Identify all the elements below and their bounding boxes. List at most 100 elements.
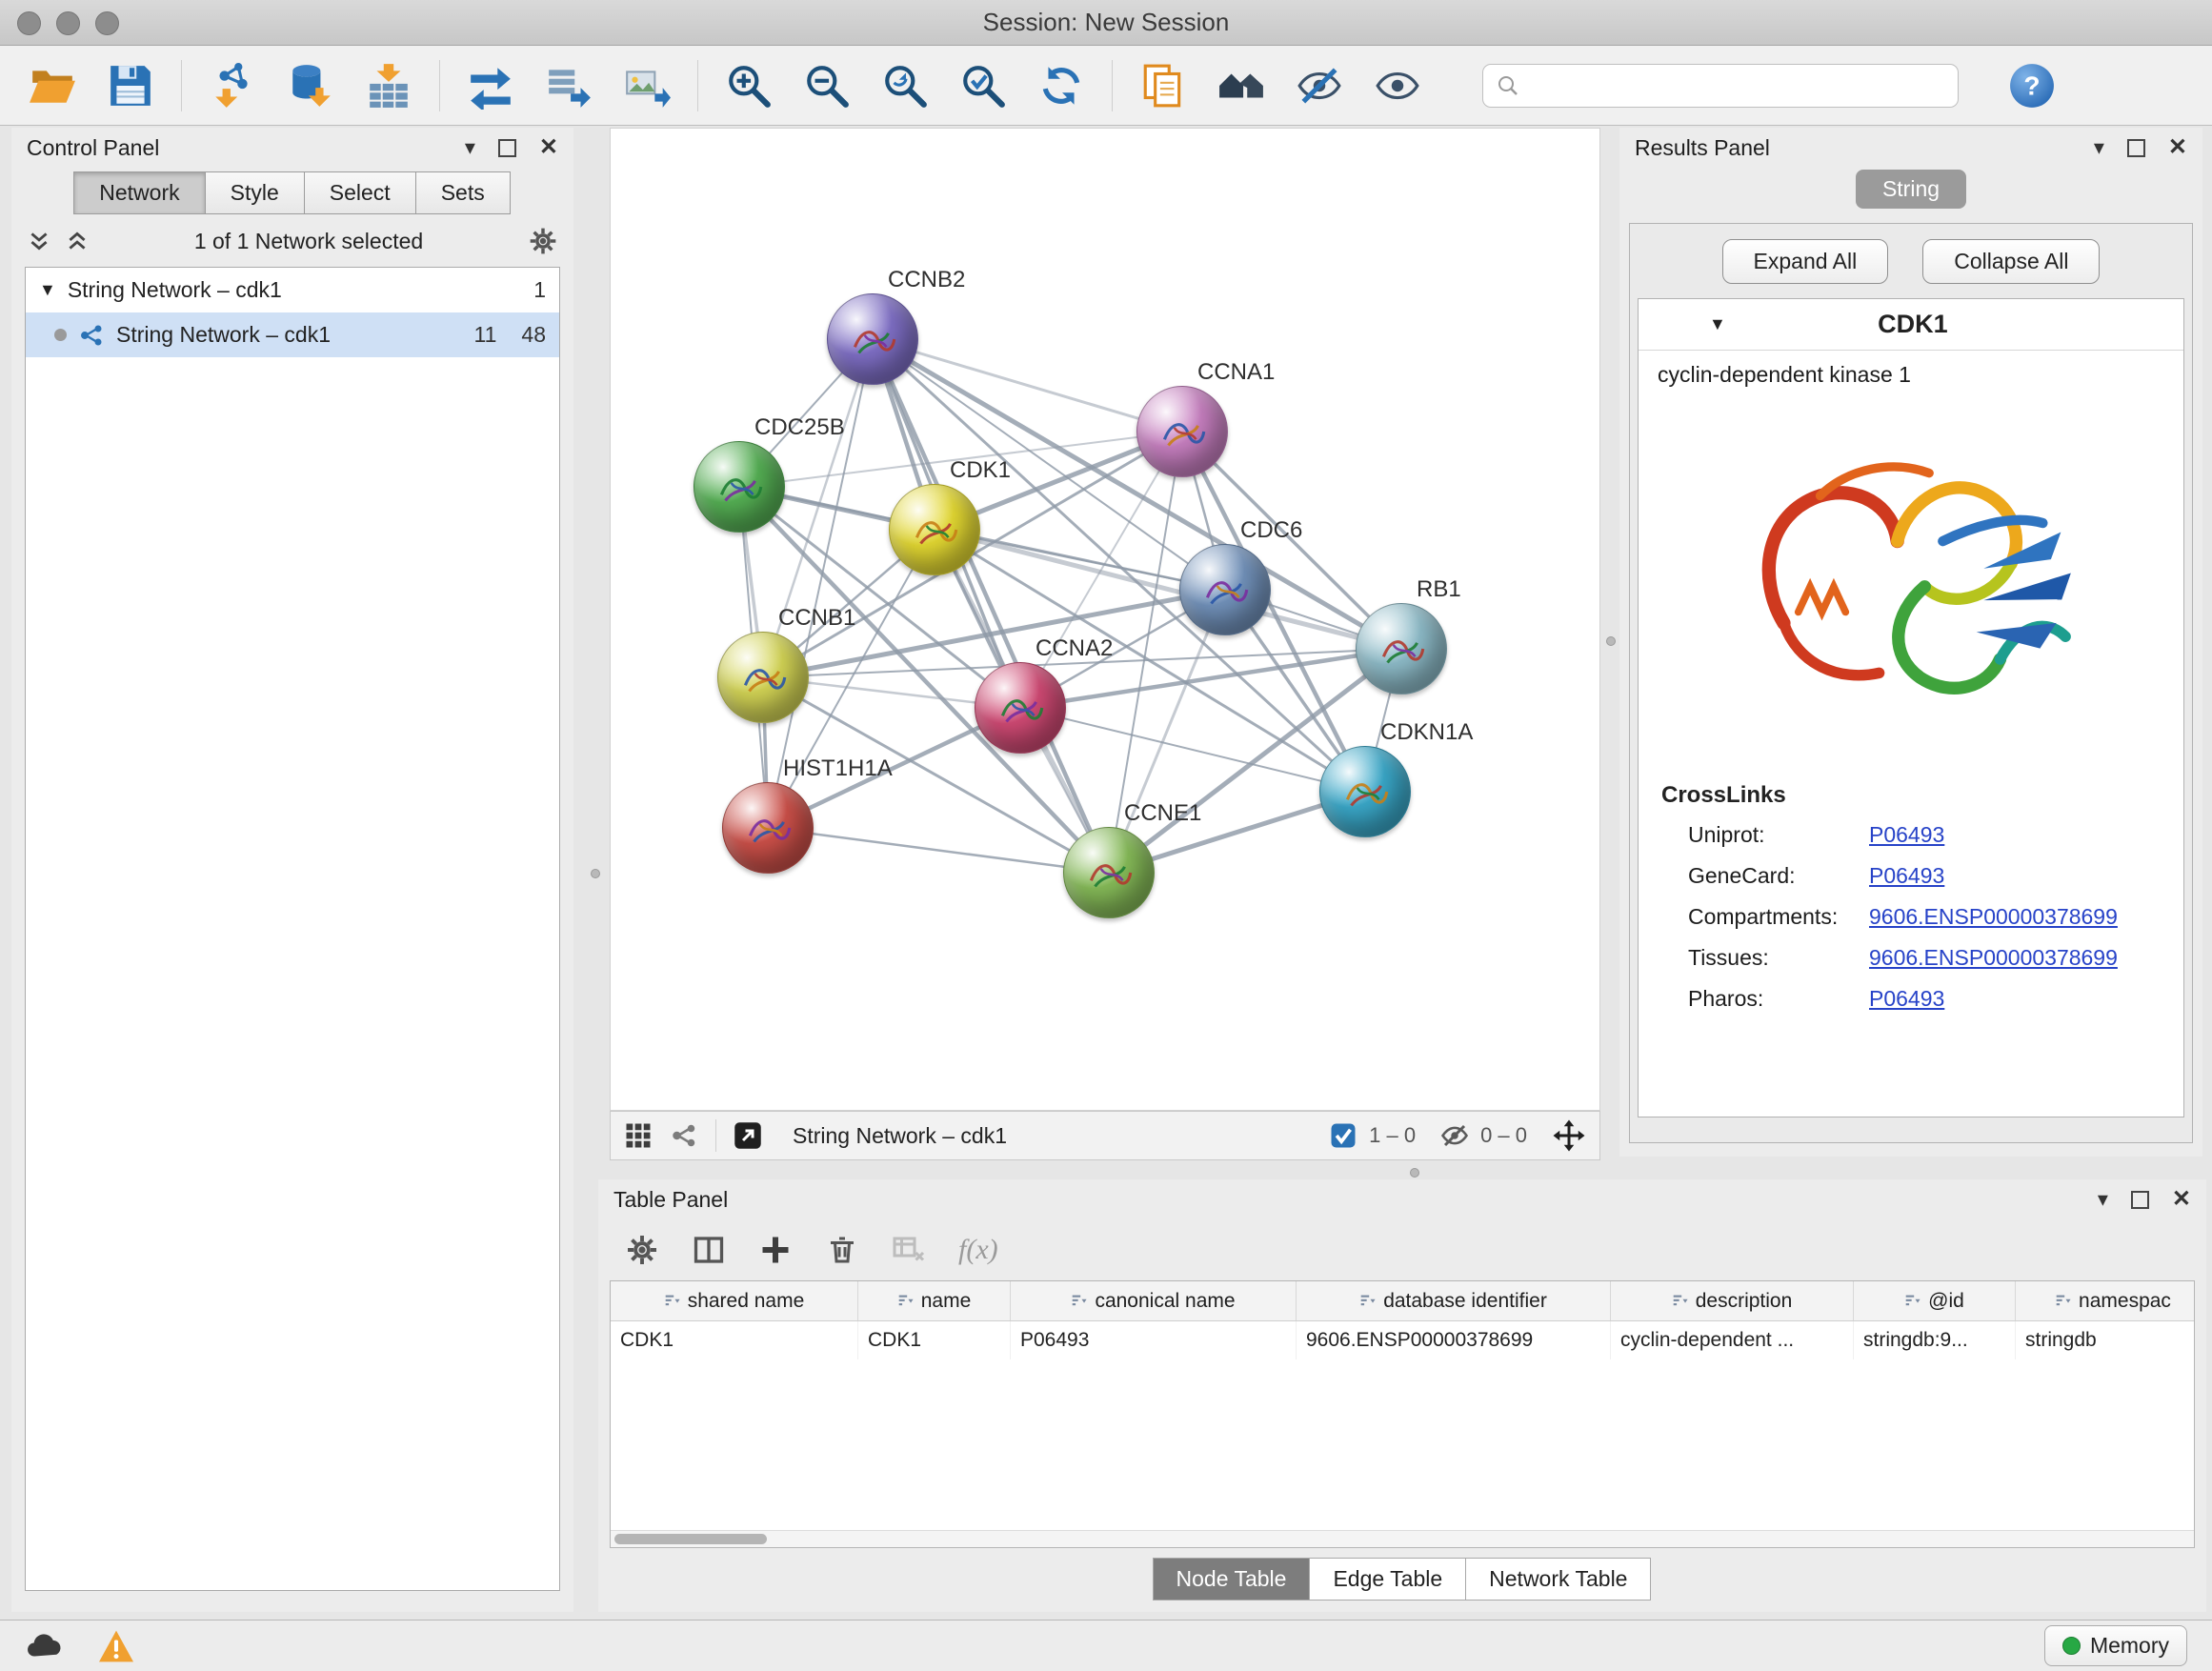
network-canvas[interactable]: CCNB2CCNA1CDC25BCDK1CDC6RB1CCNB1CCNA2CDK… (610, 128, 1600, 1111)
column-header-description[interactable]: description (1611, 1281, 1854, 1320)
column-header-name[interactable]: name (858, 1281, 1011, 1320)
zoom-selected-button[interactable] (955, 58, 1011, 113)
string-results-tab[interactable]: String (1856, 170, 1966, 209)
session-report-button[interactable] (1136, 58, 1191, 113)
warning-icon[interactable] (97, 1629, 135, 1663)
minimize-window-button[interactable] (56, 11, 80, 35)
tab-network-table[interactable]: Network Table (1465, 1558, 1651, 1601)
crosslink-link[interactable]: 9606.ENSP00000378699 (1869, 904, 2118, 930)
toolbar-search[interactable] (1482, 64, 1959, 108)
panel-menu-icon[interactable]: ▾ (2098, 1189, 2108, 1210)
create-column-button[interactable] (758, 1233, 793, 1267)
tab-select[interactable]: Select (304, 171, 416, 214)
network-node-CCNB1[interactable] (717, 632, 809, 723)
import-network-file-button[interactable] (205, 58, 260, 113)
table-cell-description[interactable]: cyclin-dependent ... (1611, 1321, 1854, 1359)
network-options-gear-icon[interactable] (528, 226, 558, 256)
import-network-database-button[interactable] (283, 58, 338, 113)
network-node-RB1[interactable] (1356, 603, 1447, 695)
panel-menu-icon[interactable]: ▾ (2094, 137, 2104, 158)
swap-networks-button[interactable] (463, 58, 518, 113)
crosslink-link[interactable]: 9606.ENSP00000378699 (1869, 945, 2118, 971)
network-node-CDC25B[interactable] (694, 441, 785, 533)
birdseye-grid-icon[interactable] (624, 1121, 653, 1150)
column-header-shared-name[interactable]: shared name (611, 1281, 858, 1320)
disclosure-triangle-icon[interactable]: ▼ (39, 280, 56, 300)
protein-disclosure-icon[interactable]: ▼ (1709, 314, 1726, 334)
network-node-CCNA1[interactable] (1136, 386, 1228, 477)
tab-style[interactable]: Style (205, 171, 305, 214)
network-from-table-button[interactable] (541, 58, 596, 113)
memory-button[interactable]: Memory (2044, 1625, 2187, 1666)
close-window-button[interactable] (17, 11, 41, 35)
network-node-CDC6[interactable] (1179, 544, 1271, 635)
column-header-namespac[interactable]: namespac (2016, 1281, 2195, 1320)
selected-checkbox-icon[interactable] (1329, 1121, 1357, 1150)
fit-move-icon[interactable] (1552, 1118, 1586, 1153)
maximize-window-button[interactable] (95, 11, 119, 35)
tab-node-table[interactable]: Node Table (1153, 1558, 1311, 1601)
tab-edge-table[interactable]: Edge Table (1309, 1558, 1466, 1601)
network-node-CCNB2[interactable] (827, 293, 918, 385)
zoom-out-button[interactable] (799, 58, 855, 113)
table-settings-button[interactable] (625, 1233, 659, 1267)
show-glass-button[interactable] (1370, 58, 1425, 113)
collapse-tree-icon[interactable] (27, 229, 51, 253)
network-collection-row[interactable]: ▼ String Network – cdk1 1 (26, 268, 559, 312)
panel-float-icon[interactable] (2127, 139, 2145, 157)
network-node-CCNE1[interactable] (1063, 827, 1155, 918)
network-row[interactable]: String Network – cdk1 11 48 (26, 312, 559, 357)
column-header-canonical-name[interactable]: canonical name (1011, 1281, 1297, 1320)
apply-layout-button[interactable] (1034, 58, 1089, 113)
network-edge-CCNB2-CCNA1[interactable] (873, 339, 1182, 432)
tab-sets[interactable]: Sets (415, 171, 511, 214)
table-cell-id[interactable]: stringdb:9... (1854, 1321, 2016, 1359)
network-node-CCNA2[interactable] (975, 662, 1066, 754)
protein-header-row[interactable]: ▼ CDK1 (1639, 299, 2183, 351)
zoom-in-button[interactable] (721, 58, 776, 113)
table-cell-canonical-name[interactable]: P06493 (1011, 1321, 1297, 1359)
change-network-button[interactable] (1214, 58, 1269, 113)
expand-tree-icon[interactable] (65, 229, 90, 253)
table-cell-database-identifier[interactable]: 9606.ENSP00000378699 (1297, 1321, 1611, 1359)
export-image-button[interactable] (619, 58, 674, 113)
detach-view-button[interactable] (734, 1121, 762, 1150)
save-session-button[interactable] (103, 58, 158, 113)
crosslink-link[interactable]: P06493 (1869, 863, 1944, 889)
zoom-fit-button[interactable] (877, 58, 933, 113)
crosslink-link[interactable]: P06493 (1869, 822, 1944, 848)
function-builder-button[interactable]: f(x) (958, 1234, 998, 1266)
string-logo-icon[interactable] (670, 1121, 698, 1150)
open-session-button[interactable] (25, 58, 80, 113)
column-header-id[interactable]: @id (1854, 1281, 2016, 1320)
help-button[interactable]: ? (2004, 58, 2060, 113)
panel-float-icon[interactable] (498, 139, 516, 157)
network-edge-CCNB2-CCNE1[interactable] (873, 339, 1109, 873)
tab-network[interactable]: Network (73, 171, 205, 214)
hide-glass-button[interactable] (1292, 58, 1347, 113)
show-columns-button[interactable] (692, 1233, 726, 1267)
table-horizontal-scrollbar[interactable] (611, 1530, 2194, 1547)
cloud-status-icon[interactable] (25, 1631, 65, 1661)
network-edge-HIST1H1A-CCNE1[interactable] (768, 828, 1109, 873)
panel-menu-icon[interactable]: ▾ (465, 137, 475, 158)
network-node-CDK1[interactable] (889, 484, 980, 575)
network-node-HIST1H1A[interactable] (722, 782, 814, 874)
hidden-eye-slash-icon[interactable] (1440, 1121, 1469, 1150)
scrollbar-thumb[interactable] (614, 1534, 767, 1544)
crosslink-link[interactable]: P06493 (1869, 986, 1944, 1012)
search-input[interactable] (1529, 73, 1944, 98)
expand-all-button[interactable]: Expand All (1722, 239, 1889, 284)
right-splitter-handle[interactable] (1606, 636, 1616, 646)
delete-column-button[interactable] (825, 1233, 859, 1267)
panel-close-icon[interactable]: ✕ (2172, 1188, 2191, 1211)
network-edge-CCNA2-CDKN1A[interactable] (1020, 708, 1365, 792)
column-header-database-identifier[interactable]: database identifier (1297, 1281, 1611, 1320)
table-cell-namespac[interactable]: stringdb (2016, 1321, 2195, 1359)
panel-close-icon[interactable]: ✕ (539, 136, 558, 159)
table-cell-shared-name[interactable]: CDK1 (611, 1321, 858, 1359)
bottom-splitter-handle[interactable] (1410, 1168, 1419, 1178)
left-splitter-handle[interactable] (591, 869, 600, 878)
collapse-all-button[interactable]: Collapse All (1922, 239, 2100, 284)
import-table-button[interactable] (361, 58, 416, 113)
